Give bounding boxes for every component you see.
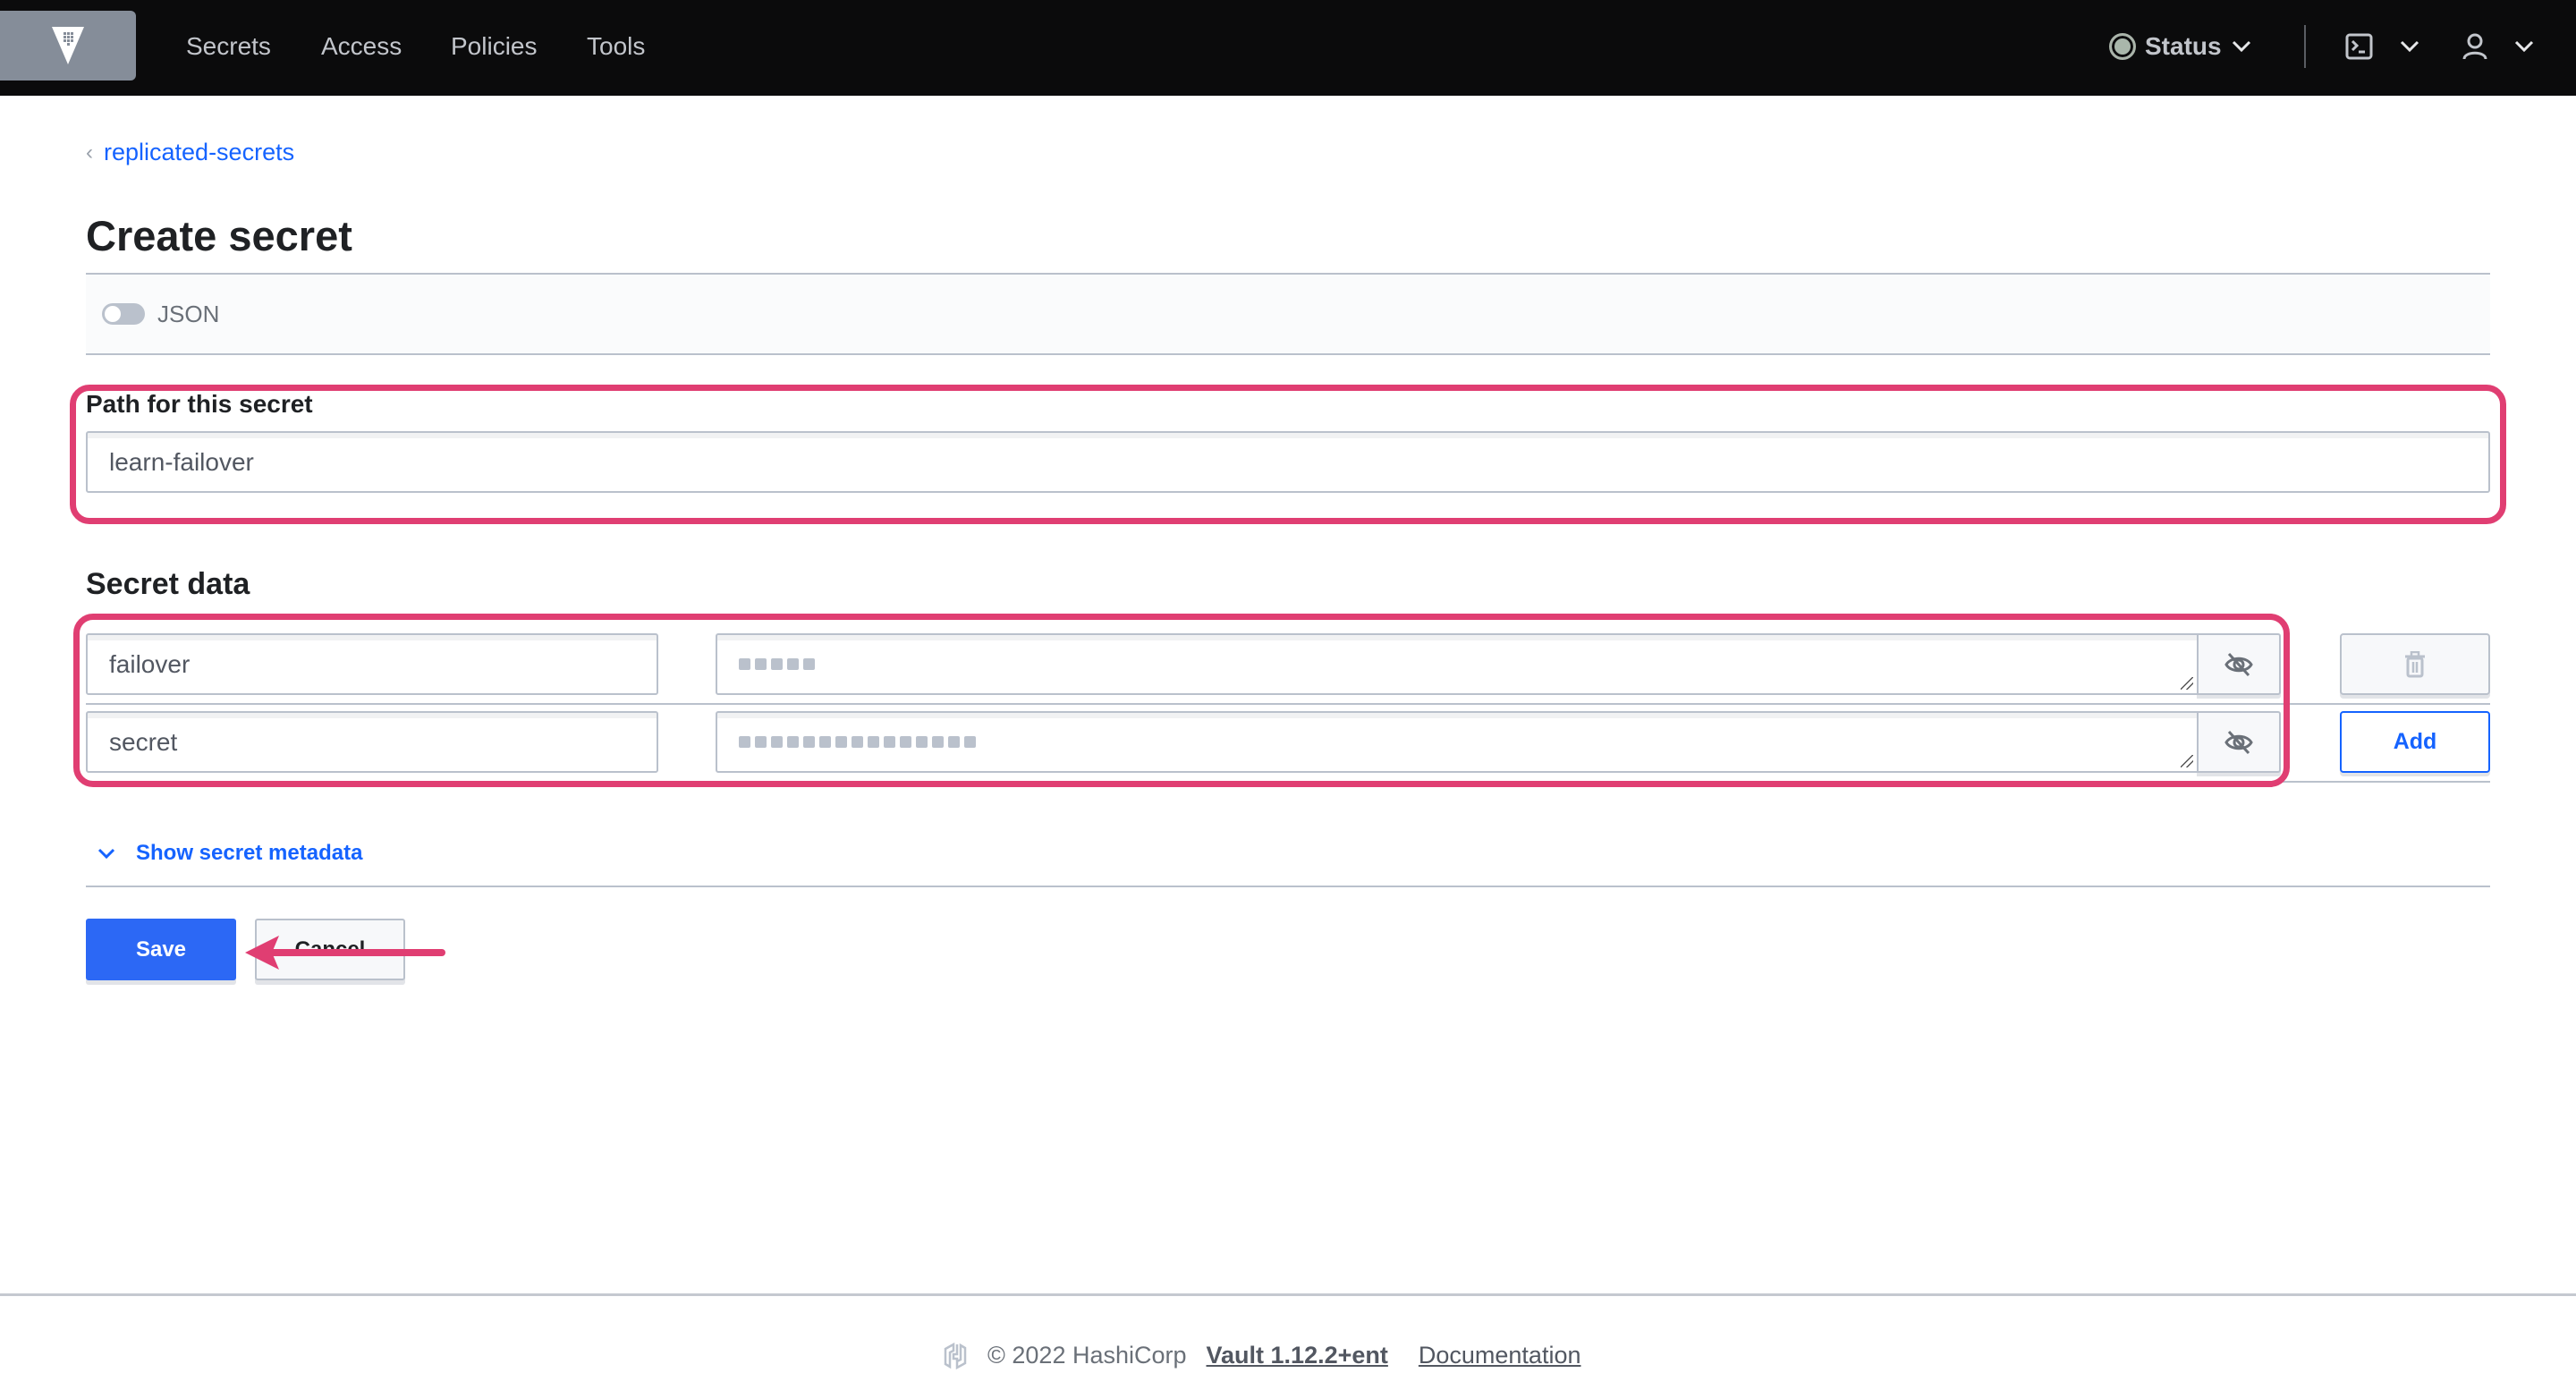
secret-key-input[interactable]: secret bbox=[86, 711, 658, 773]
masked-value bbox=[739, 736, 2197, 748]
mask-dot bbox=[771, 658, 783, 670]
mask-dot bbox=[964, 736, 976, 748]
header-divider bbox=[2304, 25, 2306, 68]
secret-key-value: failover bbox=[109, 649, 191, 678]
json-toggle-label: JSON bbox=[157, 300, 220, 327]
path-label: Path for this secret bbox=[86, 390, 313, 418]
secret-key-value: secret bbox=[109, 727, 178, 756]
chevron-down-icon bbox=[97, 848, 115, 860]
mask-dot bbox=[755, 736, 767, 748]
chevron-left-icon: ‹ bbox=[86, 140, 93, 165]
row-divider bbox=[86, 781, 2490, 783]
json-toggle[interactable] bbox=[102, 303, 145, 325]
trash-icon bbox=[2405, 650, 2425, 677]
status-menu[interactable]: Status bbox=[2109, 27, 2252, 66]
secret-data-heading: Secret data bbox=[86, 567, 250, 601]
path-value: learn-failover bbox=[109, 447, 254, 476]
footer: © 2022 HashiCorp Vault 1.12.2+ent Docume… bbox=[943, 1342, 1580, 1369]
mask-dot bbox=[819, 736, 831, 748]
mask-dot bbox=[916, 736, 928, 748]
top-nav-bar: Secrets Access Policies Tools Status bbox=[0, 0, 2576, 96]
chevron-down-icon bbox=[2232, 40, 2250, 53]
divider bbox=[86, 886, 2490, 887]
reveal-value-button[interactable] bbox=[2197, 633, 2281, 695]
mask-dot bbox=[932, 736, 944, 748]
mask-dot bbox=[771, 736, 783, 748]
console-menu[interactable] bbox=[2345, 27, 2420, 66]
nav-tools[interactable]: Tools bbox=[587, 27, 645, 66]
status-label: Status bbox=[2145, 32, 2222, 60]
mask-dot bbox=[803, 736, 815, 748]
eye-off-icon bbox=[2224, 652, 2253, 676]
mask-dot bbox=[803, 658, 815, 670]
nav-policies[interactable]: Policies bbox=[451, 27, 537, 66]
vault-logo-icon bbox=[52, 27, 84, 64]
delete-row-button[interactable] bbox=[2340, 633, 2490, 695]
breadcrumb-link[interactable]: replicated-secrets bbox=[104, 139, 294, 166]
status-dot-icon bbox=[2109, 33, 2136, 60]
row-divider bbox=[86, 703, 2490, 705]
user-icon bbox=[2462, 33, 2487, 60]
mask-dot bbox=[835, 736, 847, 748]
mask-dot bbox=[739, 658, 750, 670]
reveal-value-button[interactable] bbox=[2197, 711, 2281, 773]
json-toolbar: JSON bbox=[86, 273, 2490, 355]
breadcrumb: ‹ replicated-secrets bbox=[86, 139, 294, 166]
annotation-arrow bbox=[245, 936, 445, 970]
show-metadata-label: Show secret metadata bbox=[136, 841, 363, 865]
mask-dot bbox=[755, 658, 767, 670]
hashicorp-logo-icon bbox=[944, 1342, 967, 1369]
mask-dot bbox=[787, 658, 799, 670]
footer-divider bbox=[0, 1293, 2576, 1296]
mask-dot bbox=[900, 736, 911, 748]
mask-dot bbox=[739, 736, 750, 748]
page-title: Create secret bbox=[86, 212, 352, 259]
resize-handle-icon[interactable] bbox=[2181, 677, 2193, 690]
secret-key-input[interactable]: failover bbox=[86, 633, 658, 695]
documentation-link[interactable]: Documentation bbox=[1419, 1342, 1581, 1369]
save-button[interactable]: Save bbox=[86, 919, 236, 980]
user-menu[interactable] bbox=[2462, 27, 2535, 66]
mask-dot bbox=[948, 736, 960, 748]
nav-secrets[interactable]: Secrets bbox=[186, 27, 271, 66]
secret-value-input[interactable] bbox=[716, 711, 2199, 773]
chevron-down-icon bbox=[2400, 40, 2419, 53]
vault-logo-button[interactable] bbox=[0, 11, 136, 81]
chevron-down-icon bbox=[2514, 40, 2534, 53]
masked-value bbox=[739, 658, 2197, 670]
eye-off-icon bbox=[2224, 730, 2253, 754]
mask-dot bbox=[868, 736, 879, 748]
mask-dot bbox=[884, 736, 895, 748]
add-row-button[interactable]: Add bbox=[2340, 711, 2490, 773]
version-link[interactable]: Vault 1.12.2+ent bbox=[1207, 1342, 1388, 1369]
secret-value-input[interactable] bbox=[716, 633, 2199, 695]
mask-dot bbox=[787, 736, 799, 748]
copyright: © 2022 HashiCorp bbox=[987, 1342, 1187, 1369]
show-metadata-toggle[interactable]: Show secret metadata bbox=[97, 841, 362, 866]
path-input[interactable]: learn-failover bbox=[86, 431, 2490, 493]
mask-dot bbox=[852, 736, 863, 748]
terminal-icon bbox=[2345, 33, 2373, 60]
nav-access[interactable]: Access bbox=[321, 27, 402, 66]
resize-handle-icon[interactable] bbox=[2181, 755, 2193, 767]
